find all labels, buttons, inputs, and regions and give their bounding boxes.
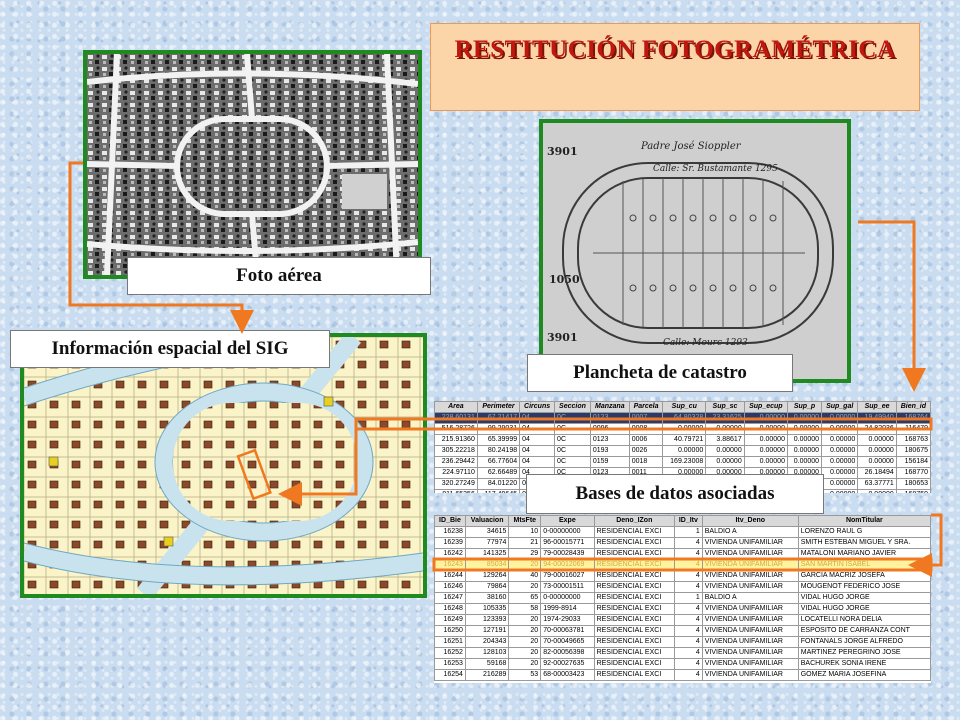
arrow-aerial-to-sig (68, 161, 254, 334)
arrow-cadastre-to-db (858, 220, 926, 392)
connector-arrows (68, 161, 943, 577)
db-row1-highlight (354, 417, 933, 431)
db-row2-highlight (432, 557, 933, 572)
arrow-db-to-map (278, 429, 358, 506)
